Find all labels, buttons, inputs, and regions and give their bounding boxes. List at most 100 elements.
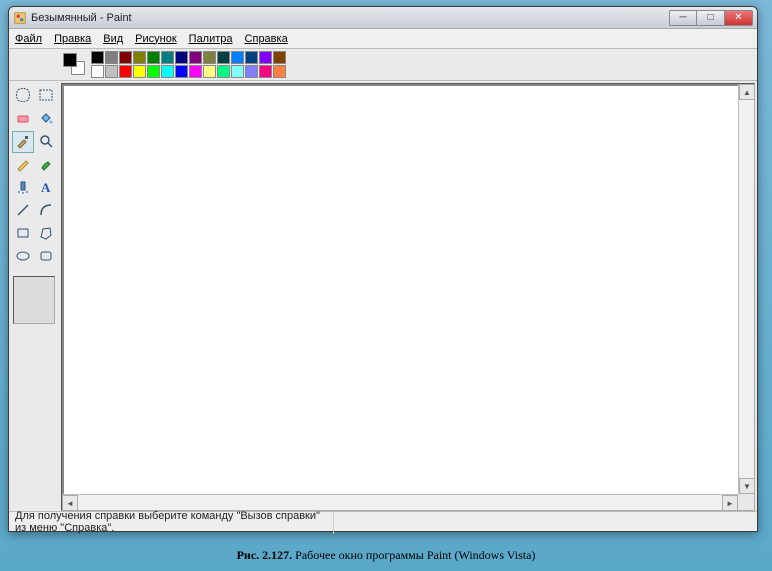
vertical-scrollbar[interactable]: ▲ ▼ [738, 84, 754, 494]
color-swatch[interactable] [217, 65, 230, 78]
free-select-icon [15, 87, 31, 106]
maximize-button[interactable]: □ [697, 10, 725, 26]
tool-eraser[interactable] [12, 108, 34, 130]
minimize-button[interactable]: ─ [669, 10, 697, 26]
color-swatch[interactable] [175, 51, 188, 64]
tool-curve[interactable] [35, 200, 57, 222]
scroll-up-icon[interactable]: ▲ [739, 84, 755, 100]
window-title: Безымянный - Paint [31, 12, 669, 24]
caption-label: Рис. 2.127. [237, 548, 293, 562]
color-swatch[interactable] [133, 51, 146, 64]
vscroll-track[interactable] [739, 100, 754, 478]
brush-icon [38, 156, 54, 175]
tool-text[interactable]: A [35, 177, 57, 199]
drawing-canvas[interactable] [64, 86, 738, 494]
foreground-color[interactable] [63, 53, 77, 67]
scroll-corner [738, 494, 754, 510]
rectangle-icon [15, 225, 31, 244]
color-swatch[interactable] [231, 65, 244, 78]
toolbox: A [9, 81, 59, 511]
color-swatch[interactable] [217, 51, 230, 64]
caption-text: Рабочее окно программы Paint (Windows Vi… [292, 548, 535, 562]
titlebar[interactable]: Безымянный - Paint ─ □ ✕ [9, 7, 757, 29]
tool-grid: A [12, 85, 57, 268]
color-swatch[interactable] [91, 65, 104, 78]
color-box [63, 51, 286, 78]
polygon-icon [38, 225, 54, 244]
color-swatch[interactable] [273, 65, 286, 78]
tool-brush[interactable] [35, 154, 57, 176]
tool-fill[interactable] [35, 108, 57, 130]
menu-view[interactable]: Вид [103, 33, 123, 45]
ellipse-icon [15, 248, 31, 267]
menu-palette[interactable]: Палитра [189, 33, 233, 45]
main-area: A ▲ ▼ ◄ ► [9, 81, 757, 511]
color-swatch[interactable] [203, 65, 216, 78]
color-swatch[interactable] [203, 51, 216, 64]
color-swatch[interactable] [119, 65, 132, 78]
color-swatch[interactable] [259, 65, 272, 78]
close-button[interactable]: ✕ [725, 10, 753, 26]
tool-free-select[interactable] [12, 85, 34, 107]
color-swatch[interactable] [231, 51, 244, 64]
color-swatch[interactable] [175, 65, 188, 78]
canvas-area: ▲ ▼ ◄ ► [61, 83, 755, 511]
color-swatch[interactable] [161, 65, 174, 78]
fill-icon [38, 110, 54, 129]
menu-help[interactable]: Справка [245, 33, 288, 45]
scroll-right-icon[interactable]: ► [722, 495, 738, 511]
magnifier-icon [38, 133, 54, 152]
round-rect-icon [38, 248, 54, 267]
color-swatch[interactable] [161, 51, 174, 64]
tool-pencil[interactable] [12, 154, 34, 176]
menu-file[interactable]: Файл [15, 33, 42, 45]
svg-text:A: A [41, 180, 51, 195]
color-toolbar [9, 49, 757, 81]
color-swatch[interactable] [105, 65, 118, 78]
statusbar: Для получения справки выберите команду "… [9, 511, 757, 531]
color-swatch[interactable] [91, 51, 104, 64]
color-swatch[interactable] [273, 51, 286, 64]
tool-polygon[interactable] [35, 223, 57, 245]
tool-magnifier[interactable] [35, 131, 57, 153]
color-swatch[interactable] [189, 65, 202, 78]
palette-row-2 [91, 65, 286, 78]
color-swatch[interactable] [147, 51, 160, 64]
scroll-left-icon[interactable]: ◄ [62, 495, 78, 511]
menu-image[interactable]: Рисунок [135, 33, 177, 45]
status-text: Для получения справки выберите команду "… [15, 510, 334, 534]
window-controls: ─ □ ✕ [669, 10, 753, 26]
current-colors[interactable] [63, 53, 85, 75]
color-swatch[interactable] [245, 65, 258, 78]
color-swatch[interactable] [105, 51, 118, 64]
menu-edit[interactable]: Правка [54, 33, 91, 45]
tool-options[interactable] [13, 276, 55, 324]
rect-select-icon [38, 87, 54, 106]
tool-ellipse[interactable] [12, 246, 34, 268]
pencil-icon [15, 156, 31, 175]
figure-caption: Рис. 2.127. Рабочее окно программы Paint… [0, 548, 772, 563]
picker-icon [15, 133, 31, 152]
paint-app-icon [13, 11, 27, 25]
tool-round-rect[interactable] [35, 246, 57, 268]
color-swatch[interactable] [259, 51, 272, 64]
hscroll-track[interactable] [78, 495, 722, 510]
color-swatch[interactable] [133, 65, 146, 78]
palette-row-1 [91, 51, 286, 64]
tool-rectangle[interactable] [12, 223, 34, 245]
text-icon: A [38, 179, 54, 198]
menubar: Файл Правка Вид Рисунок Палитра Справка [9, 29, 757, 49]
tool-airbrush[interactable] [12, 177, 34, 199]
color-swatch[interactable] [189, 51, 202, 64]
eraser-icon [15, 110, 31, 129]
tool-line[interactable] [12, 200, 34, 222]
color-swatch[interactable] [245, 51, 258, 64]
color-palette [91, 51, 286, 78]
color-swatch[interactable] [119, 51, 132, 64]
line-icon [15, 202, 31, 221]
tool-picker[interactable] [12, 131, 34, 153]
tool-rect-select[interactable] [35, 85, 57, 107]
horizontal-scrollbar[interactable]: ◄ ► [62, 494, 738, 510]
scroll-down-icon[interactable]: ▼ [739, 478, 755, 494]
color-swatch[interactable] [147, 65, 160, 78]
